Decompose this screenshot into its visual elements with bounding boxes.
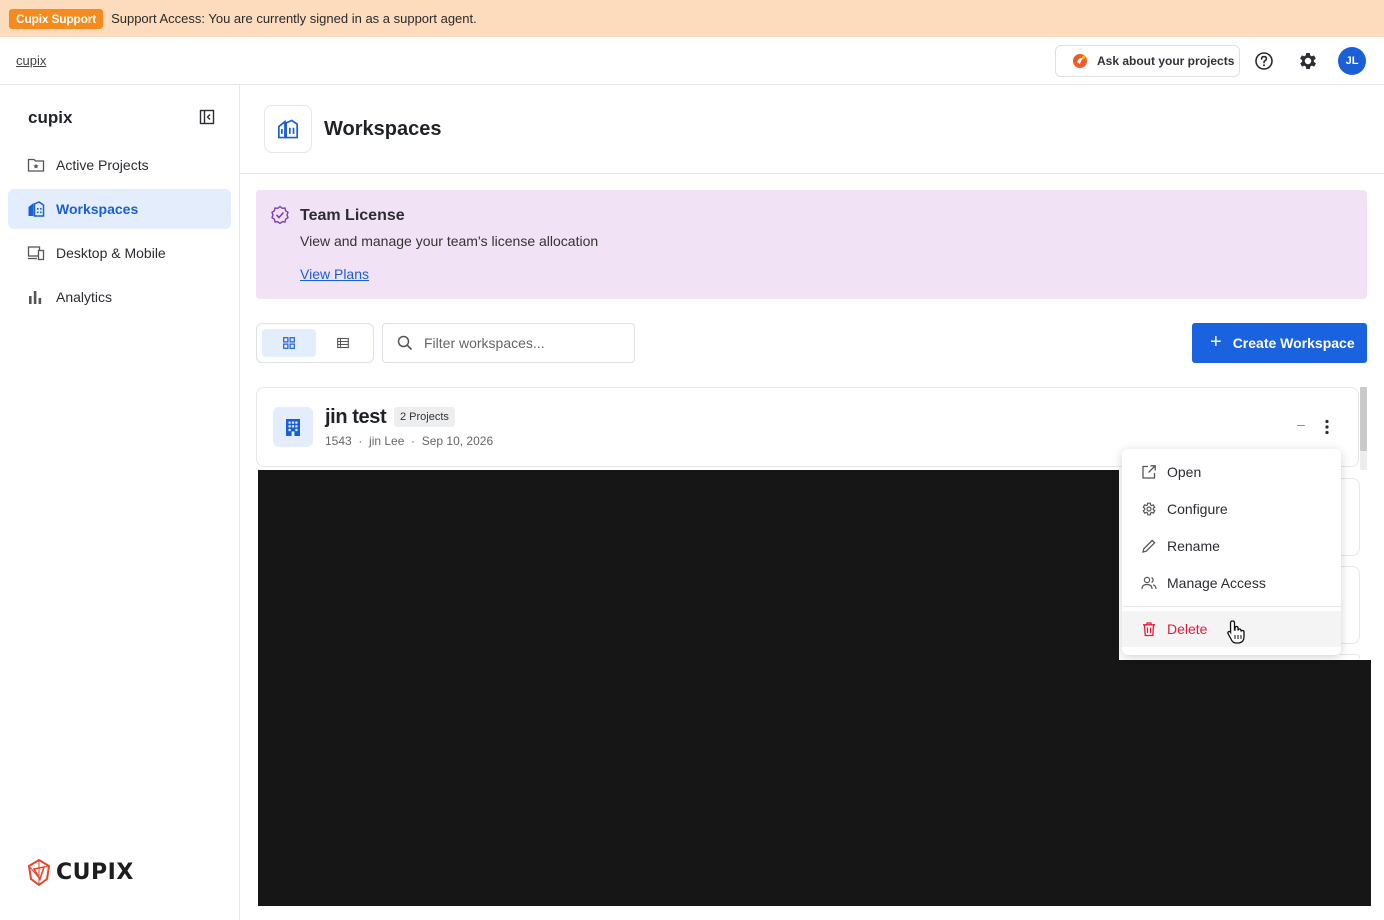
support-message: Support Access: You are currently signed… [111, 11, 477, 26]
hand-pointer-cursor-icon [1227, 620, 1245, 644]
settings-gear-icon[interactable] [1297, 50, 1319, 72]
collapse-sidebar-icon[interactable] [199, 109, 215, 125]
help-icon[interactable] [1254, 51, 1274, 71]
license-title: Team License [300, 207, 405, 224]
bar-chart-icon [29, 291, 42, 304]
sidebar-item-label: Workspaces [56, 201, 139, 217]
scrollbar-thumb[interactable] [1360, 387, 1367, 451]
view-plans-link[interactable]: View Plans [300, 266, 369, 282]
menu-item-label: Open [1167, 464, 1202, 480]
filter-box [382, 323, 635, 363]
list-view-button[interactable] [316, 329, 370, 357]
sidebar: cupix Active Projects Workspaces Desktop… [0, 85, 240, 920]
verified-badge-icon [271, 205, 289, 225]
support-banner: Cupix Support Support Access: You are cu… [0, 0, 1384, 37]
grid-view-icon [283, 337, 295, 349]
sidebar-item-analytics[interactable]: Analytics [8, 277, 231, 317]
user-avatar[interactable]: JL [1338, 47, 1366, 75]
more-options-button[interactable] [1317, 415, 1337, 439]
top-brand-link[interactable]: cupix [16, 53, 46, 68]
menu-item-label: Delete [1167, 621, 1208, 637]
plus-icon: + [1210, 330, 1222, 353]
cupix-logo: CUPIX [26, 857, 134, 887]
sidebar-item-active-projects[interactable]: Active Projects [8, 145, 231, 185]
search-icon [397, 335, 413, 351]
create-workspace-button[interactable]: + Create Workspace [1192, 323, 1367, 363]
menu-item-open[interactable]: Open [1122, 454, 1341, 490]
project-count-badge: 2 Projects [394, 407, 455, 427]
workspaces-icon [28, 201, 45, 217]
cupix-logo-icon [27, 858, 51, 887]
sidebar-item-label: Active Projects [56, 157, 149, 173]
page-icon-box [264, 105, 312, 153]
menu-item-label: Rename [1167, 538, 1220, 554]
external-link-icon [1142, 465, 1156, 479]
menu-item-configure[interactable]: Configure [1122, 491, 1341, 527]
menu-divider [1122, 606, 1341, 607]
sidebar-item-label: Desktop & Mobile [56, 245, 166, 261]
users-icon [1141, 576, 1157, 590]
sidebar-brand: cupix [28, 108, 73, 127]
support-badge: Cupix Support [9, 8, 104, 29]
menu-item-manage-access[interactable]: Manage Access [1122, 565, 1341, 601]
sidebar-item-desktop-mobile[interactable]: Desktop & Mobile [8, 233, 231, 273]
building-icon [286, 419, 300, 436]
view-toggle [256, 323, 374, 363]
list-view-icon [337, 337, 349, 349]
gear-icon [1142, 502, 1156, 516]
card-edge [1340, 478, 1360, 556]
cupix-logo-text: CUPIX [56, 859, 134, 885]
filter-workspaces-input[interactable] [424, 335, 624, 351]
grid-view-button[interactable] [262, 329, 316, 357]
ask-projects-label: Ask about your projects [1097, 54, 1235, 68]
page-header: Workspaces [240, 85, 1384, 174]
building-icon-box [273, 407, 313, 447]
menu-item-rename[interactable]: Rename [1122, 528, 1341, 564]
workspace-name[interactable]: jin test [325, 406, 387, 429]
workspace-meta: 1543 · jin Lee · Sep 10, 2026 [325, 434, 494, 448]
top-bar: cupix Ask about your projects JL [0, 37, 1384, 85]
folder-star-icon [27, 158, 45, 172]
menu-item-label: Manage Access [1167, 575, 1266, 591]
workspaces-icon [277, 119, 299, 139]
ai-sparkle-icon [1073, 54, 1087, 68]
card-edge [1340, 654, 1360, 660]
card-edge [1340, 566, 1360, 644]
create-workspace-label: Create Workspace [1232, 335, 1355, 351]
devices-icon [27, 246, 45, 261]
menu-item-label: Configure [1167, 501, 1228, 517]
ask-projects-button[interactable]: Ask about your projects [1055, 45, 1240, 77]
minus-icon: – [1297, 416, 1305, 432]
sidebar-item-label: Analytics [56, 289, 113, 305]
page-title: Workspaces [324, 118, 442, 140]
sidebar-item-workspaces[interactable]: Workspaces [8, 189, 231, 229]
license-description: View and manage your team's license allo… [300, 233, 599, 249]
team-license-card: Team License View and manage your team's… [256, 190, 1367, 299]
pencil-icon [1142, 539, 1156, 553]
more-vertical-icon [1325, 419, 1329, 435]
trash-icon [1143, 622, 1155, 637]
